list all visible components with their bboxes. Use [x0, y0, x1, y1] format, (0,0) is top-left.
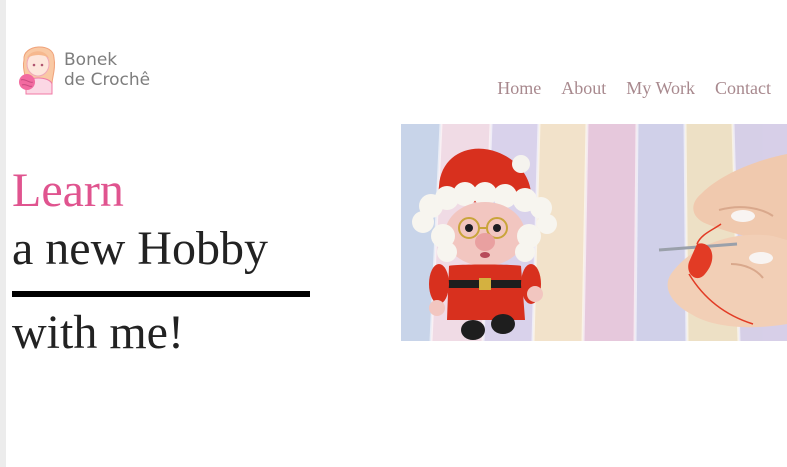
hero-divider — [12, 291, 310, 297]
brand-line1: Bonek — [64, 50, 118, 70]
crochet-santa-photo — [401, 124, 787, 341]
main-nav: Home About My Work Contact — [497, 78, 771, 99]
girl-face-icon — [19, 46, 56, 95]
hero-line2: a new Hobby — [12, 222, 268, 275]
brand-name: Bonek de Crochê — [64, 50, 150, 90]
page-left-border — [0, 0, 6, 467]
nav-about[interactable]: About — [561, 78, 606, 99]
brand-line2: de Crochê — [64, 70, 151, 90]
site-logo[interactable]: Bonek de Crochê — [18, 38, 163, 96]
nav-contact[interactable]: Contact — [715, 78, 771, 99]
hero-highlight: Learn — [12, 164, 124, 217]
nav-home[interactable]: Home — [497, 78, 541, 99]
nav-my-work[interactable]: My Work — [626, 78, 695, 99]
hero-line3: with me! — [12, 306, 184, 359]
